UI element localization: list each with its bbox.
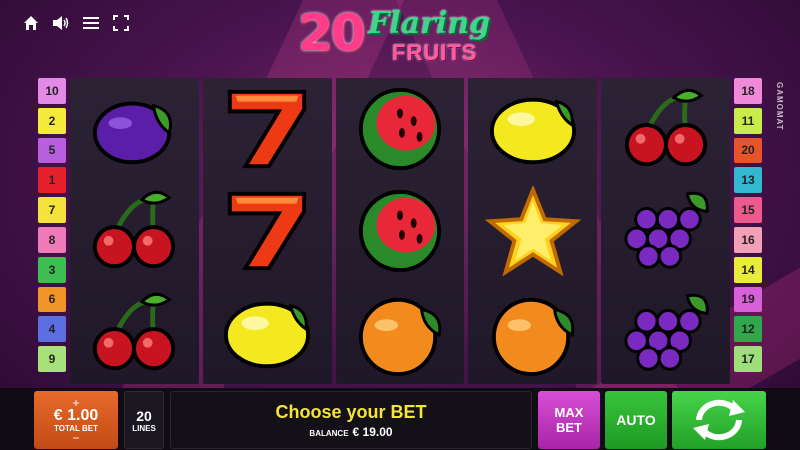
paylines-right: 18 11 20 13 15 16 14 19 12 17 xyxy=(734,78,762,372)
payline-left-9[interactable]: 9 xyxy=(38,346,66,372)
payline-left-6[interactable]: 6 xyxy=(38,286,66,313)
max-bet-button[interactable]: MAX BET xyxy=(538,391,600,449)
lines-count: 20 xyxy=(136,407,152,424)
home-icon[interactable] xyxy=(22,14,40,32)
fullscreen-icon[interactable] xyxy=(112,14,130,32)
watermelon-icon xyxy=(345,81,455,177)
grapes-icon xyxy=(611,285,721,381)
payline-right-16[interactable]: 16 xyxy=(734,226,762,253)
paylines-left: 10 2 5 1 7 8 3 6 4 9 xyxy=(38,78,66,372)
payline-right-15[interactable]: 15 xyxy=(734,197,762,223)
reel-5 xyxy=(601,78,730,384)
grapes-icon xyxy=(611,183,721,279)
payline-right-20[interactable]: 20 xyxy=(734,137,762,164)
spin-icon xyxy=(693,399,745,441)
balance-label: BALANCE xyxy=(309,428,349,438)
payline-right-13[interactable]: 13 xyxy=(734,167,762,194)
spin-button[interactable] xyxy=(672,391,766,449)
lines-label: LINES xyxy=(132,423,156,433)
payline-right-14[interactable]: 14 xyxy=(734,256,762,283)
menu-icon[interactable] xyxy=(82,14,100,32)
lemon-icon xyxy=(478,81,588,177)
payline-left-3[interactable]: 3 xyxy=(38,256,66,283)
speaker-icon[interactable] xyxy=(52,14,70,32)
bet-plus-button[interactable]: + xyxy=(72,397,79,409)
reel-grid xyxy=(70,78,730,384)
balance-display: BALANCE € 19.00 xyxy=(309,425,392,439)
lemon-icon xyxy=(212,285,322,381)
cherry-icon xyxy=(611,81,721,177)
payline-left-7[interactable]: 7 xyxy=(38,197,66,223)
plum-icon xyxy=(79,81,189,177)
logo-flaring: Flaring xyxy=(368,6,491,41)
total-bet-button[interactable]: + € 1.00 TOTAL BET − xyxy=(34,391,118,449)
payline-left-8[interactable]: 8 xyxy=(38,226,66,253)
seven-icon xyxy=(212,81,322,177)
payline-left-5[interactable]: 5 xyxy=(38,137,66,164)
reel-1 xyxy=(70,78,199,384)
total-bet-value: € 1.00 xyxy=(53,406,99,424)
watermelon-icon xyxy=(345,183,455,279)
logo-fruits: FRUITS xyxy=(392,40,478,65)
payline-right-18[interactable]: 18 xyxy=(734,78,762,104)
cherry-icon xyxy=(79,285,189,381)
top-toolbar xyxy=(22,14,130,32)
orange-icon xyxy=(478,285,588,381)
payline-right-12[interactable]: 12 xyxy=(734,316,762,343)
payline-left-1[interactable]: 1 xyxy=(38,167,66,194)
logo-number: 20 xyxy=(298,4,366,62)
cherry-icon xyxy=(79,183,189,279)
orange-icon xyxy=(345,285,455,381)
payline-left-10[interactable]: 10 xyxy=(38,78,66,104)
reel-2 xyxy=(202,78,332,384)
status-message: Choose your BET xyxy=(275,401,427,422)
star-icon xyxy=(478,183,588,279)
payline-right-11[interactable]: 11 xyxy=(734,107,762,134)
seven-icon xyxy=(212,183,322,279)
message-panel: Choose your BET BALANCE € 19.00 xyxy=(170,391,532,449)
bet-minus-button[interactable]: − xyxy=(72,432,79,444)
lines-display: 20 LINES xyxy=(124,391,164,449)
reel-4 xyxy=(468,78,598,384)
balance-value: € 19.00 xyxy=(352,424,393,439)
provider-logo: GAMOMAT xyxy=(775,82,784,131)
payline-right-17[interactable]: 17 xyxy=(734,346,762,372)
payline-left-4[interactable]: 4 xyxy=(38,316,66,343)
auto-button[interactable]: AUTO xyxy=(605,391,667,449)
reel-3 xyxy=(335,78,465,384)
payline-right-19[interactable]: 19 xyxy=(734,286,762,313)
game-logo: 20 Flaring FRUITS xyxy=(292,4,512,68)
payline-left-2[interactable]: 2 xyxy=(38,107,66,134)
